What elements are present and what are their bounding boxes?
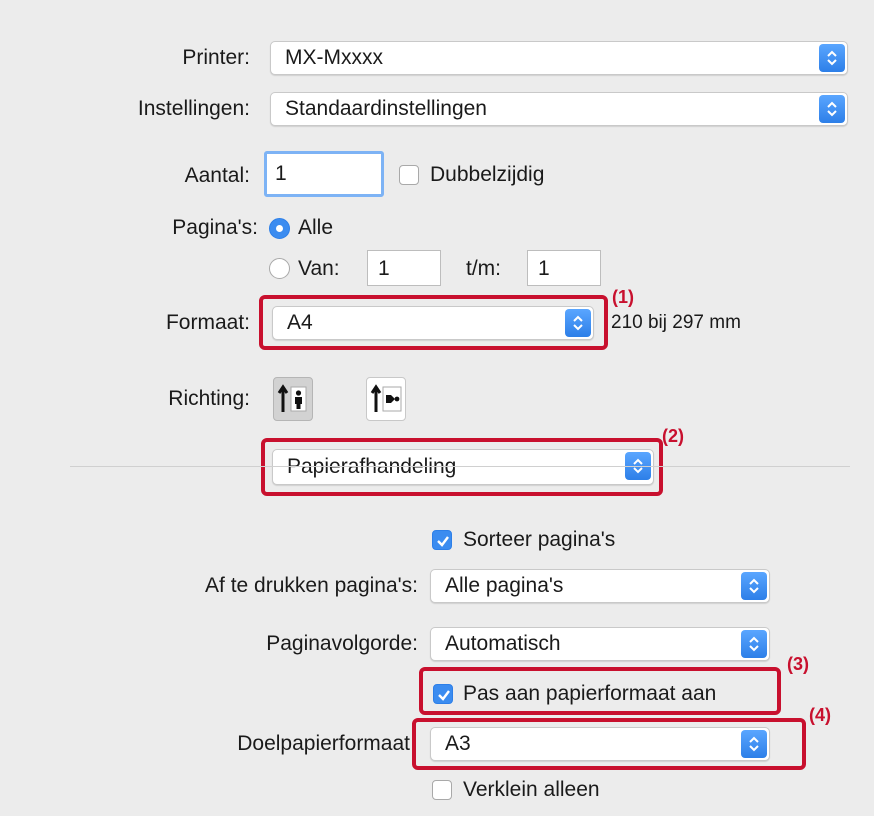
duplex-checkbox[interactable] [399,165,419,185]
landscape-icon [370,384,402,412]
orientation-landscape-button[interactable] [366,377,406,421]
printer-popup[interactable]: MX-Mxxxx [270,41,848,75]
pages-label: Pagina's: [172,216,258,239]
chevron-updown-icon [819,44,845,72]
callout-2: (2) [662,426,684,446]
page-order-label: Paginavolgorde: [266,632,418,655]
pages-from-input[interactable]: 1 [367,250,441,286]
callout-1: (1) [612,287,634,307]
highlight-box-2 [261,438,663,496]
collate-checkbox[interactable] [432,530,452,550]
destination-paper-label: Doelpapierformaat [237,732,410,755]
pages-to-print-value: Alle pagina's [445,574,564,597]
pages-to-value: 1 [538,257,550,280]
pages-to-print-popup[interactable]: Alle pagina's [430,569,770,603]
pages-range-radio[interactable] [269,258,290,279]
page-order-value: Automatisch [445,632,561,655]
collate-label: Sorteer pagina's [463,528,616,551]
chevron-updown-icon [741,630,767,658]
pages-to-label: t/m: [466,257,501,280]
chevron-updown-icon [741,572,767,600]
scale-down-only-label: Verklein alleen [463,778,600,801]
callout-4: (4) [809,705,831,725]
callout-3: (3) [787,654,809,674]
pages-from-label: Van: [298,257,340,280]
chevron-updown-icon [819,95,845,123]
duplex-label: Dubbelzijdig [430,163,545,186]
scale-down-only-checkbox[interactable] [432,780,452,800]
pages-all-radio[interactable] [269,218,290,239]
checkmark-icon [437,536,449,547]
printer-value: MX-Mxxxx [285,46,383,69]
orientation-portrait-button[interactable] [273,377,313,421]
highlight-box-4 [412,718,806,770]
paper-size-label: Formaat: [165,311,250,334]
page-order-popup[interactable]: Automatisch [430,627,770,661]
print-dialog: Printer: MX-Mxxxx Instellingen: Standaar… [0,0,874,816]
portrait-icon [277,384,307,412]
settings-label: Instellingen: [137,97,250,120]
section-divider [70,466,850,467]
pages-all-label: Alle [298,216,334,239]
pages-from-value: 1 [378,257,390,280]
pages-to-print-label: Af te drukken pagina's: [205,574,418,597]
orientation-label: Richting: [168,387,250,410]
settings-popup[interactable]: Standaardinstellingen [270,92,848,126]
copies-value: 1 [275,162,287,185]
settings-value: Standaardinstellingen [285,97,487,120]
copies-label: Aantal: [184,164,250,187]
pages-to-input[interactable]: 1 [527,250,601,286]
paper-size-dimensions: 210 bij 297 mm [611,312,741,333]
printer-label: Printer: [182,46,250,69]
highlight-box-3 [419,667,781,715]
highlight-box-1 [259,295,608,350]
copies-input[interactable]: 1 [264,151,384,197]
